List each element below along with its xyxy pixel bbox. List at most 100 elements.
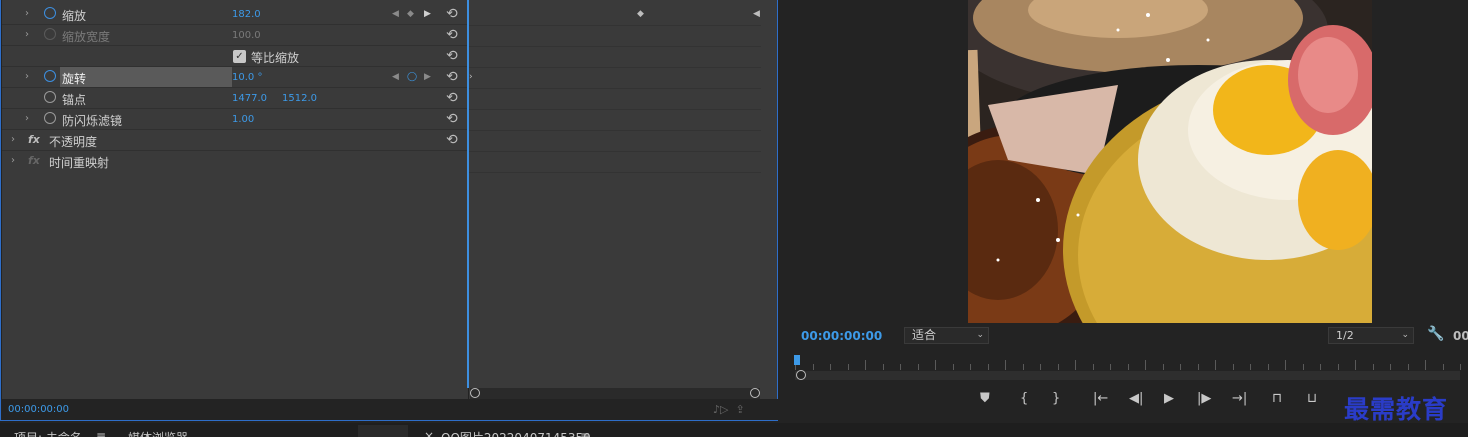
- ruler-tick: [1005, 360, 1006, 370]
- property-value: 100.0: [232, 30, 261, 41]
- reset-icon[interactable]: ⟲: [446, 132, 458, 148]
- expand-chevron-icon[interactable]: ›: [11, 134, 15, 145]
- panel-splitter[interactable]: [467, 0, 469, 388]
- reset-icon[interactable]: ⟲: [446, 27, 458, 43]
- property-label: 锚点: [62, 93, 87, 107]
- reset-icon[interactable]: ⟲: [446, 6, 458, 22]
- effect-label: 时间重映射: [49, 156, 110, 170]
- ruler-tick: [812, 364, 814, 370]
- wrench-icon[interactable]: 🔧: [1427, 326, 1444, 342]
- scroll-handle-left[interactable]: [470, 388, 480, 398]
- uniform-scale-checkbox[interactable]: ✓: [233, 50, 246, 63]
- property-row-opacity: › fx 不透明度 ⟲: [2, 130, 468, 151]
- ruler-tick: [1372, 364, 1374, 370]
- lift-icon[interactable]: ⊓: [1272, 391, 1282, 406]
- tab-spacer: [358, 425, 408, 437]
- property-row-time-remapping: › fx 时间重映射: [2, 151, 468, 172]
- ruler-tick: [1320, 364, 1321, 370]
- program-timecode[interactable]: 00:00:00:00: [801, 329, 882, 343]
- monitor-zoom-scrollbar[interactable]: [795, 371, 1460, 380]
- ruler-tick: [1057, 364, 1059, 370]
- timeline-ruler[interactable]: [795, 355, 1461, 370]
- fx-icon: fx: [28, 154, 40, 167]
- reset-icon[interactable]: ⟲: [446, 48, 458, 64]
- keyframe-diamond-icon[interactable]: ◆: [637, 9, 644, 19]
- chevron-down-icon: ⌄: [976, 330, 984, 340]
- zoom-fit-dropdown[interactable]: 适合 ⌄: [904, 327, 989, 344]
- property-row-rotation: › 旋转 10.0 ° ◀ ◯ ▶ ⟲: [2, 67, 468, 88]
- extract-icon[interactable]: ⊔: [1307, 391, 1317, 406]
- tab-project[interactable]: 项目: 未命名: [14, 429, 82, 437]
- keyframe-track-line: [469, 109, 761, 110]
- timeline-zoom-scrollbar[interactable]: [470, 388, 760, 399]
- food-image: [968, 0, 1372, 323]
- keyframe-track-line: [469, 46, 761, 47]
- end-marker-icon: ◀: [753, 9, 760, 19]
- property-row-scale: › 缩放 182.0 ◀ ◆ ▶ ⟲: [2, 4, 468, 25]
- ruler-tick: [1022, 364, 1024, 370]
- ruler-tick: [1285, 360, 1286, 370]
- next-keyframe-icon[interactable]: ▶: [424, 72, 431, 82]
- add-keyframe-icon[interactable]: ◆: [407, 9, 414, 19]
- step-forward-icon[interactable]: |▶: [1197, 391, 1211, 406]
- ruler-tick: [987, 364, 989, 370]
- playhead-marker[interactable]: [794, 355, 800, 365]
- zoom-fit-value: 适合: [912, 328, 937, 342]
- property-value-y[interactable]: 1512.0: [282, 93, 317, 104]
- effect-controls-timecode[interactable]: 00:00:00:00: [8, 404, 69, 415]
- tab-close-icon[interactable]: ×: [424, 429, 434, 437]
- effect-controls-footer: 00:00:00:00: [2, 399, 778, 420]
- expand-chevron-icon[interactable]: ›: [25, 113, 29, 124]
- go-to-in-icon[interactable]: |←: [1093, 391, 1108, 406]
- expand-chevron-icon[interactable]: ›: [25, 71, 29, 82]
- scroll-handle-right[interactable]: [750, 388, 760, 398]
- ruler-tick: [1145, 360, 1146, 370]
- stopwatch-icon[interactable]: [44, 70, 56, 82]
- ruler-tick: [1075, 360, 1076, 370]
- prev-keyframe-icon[interactable]: ◀: [392, 9, 399, 19]
- resolution-dropdown[interactable]: 1/2 ⌄: [1328, 327, 1414, 344]
- stopwatch-icon[interactable]: [44, 91, 56, 103]
- tab-sequence[interactable]: QQ图片20220407145350: [441, 429, 591, 437]
- reset-icon[interactable]: ⟲: [446, 111, 458, 127]
- scroll-handle-left[interactable]: [796, 370, 806, 380]
- go-to-out-icon[interactable]: →|: [1232, 391, 1247, 406]
- audio-export-icons[interactable]: ♪▷ ⇪: [713, 403, 745, 416]
- ruler-tick: [1355, 360, 1356, 370]
- ruler-tick: [1407, 364, 1409, 370]
- ruler-tick: [1162, 364, 1164, 370]
- reset-icon[interactable]: ⟲: [446, 90, 458, 106]
- mark-in-icon[interactable]: {: [1020, 391, 1028, 406]
- effect-controls-panel: › 缩放 182.0 ◀ ◆ ▶ ⟲ › 缩放宽度 100.0 ⟲ ✓ 等比缩放…: [0, 0, 778, 421]
- fx-icon[interactable]: fx: [28, 133, 40, 146]
- ruler-tick: [1232, 364, 1234, 370]
- next-keyframe-icon[interactable]: ▶: [424, 9, 431, 19]
- add-marker-icon[interactable]: ⛊: [980, 391, 990, 406]
- stopwatch-icon[interactable]: [44, 7, 56, 19]
- expand-chevron-icon[interactable]: ›: [11, 155, 15, 166]
- prev-keyframe-icon[interactable]: ◀: [392, 72, 399, 82]
- property-value[interactable]: 1.00: [232, 114, 254, 125]
- playhead-indicator-icon: ›: [469, 72, 473, 82]
- add-keyframe-icon[interactable]: ◯: [407, 72, 417, 82]
- expand-chevron-icon[interactable]: ›: [25, 29, 29, 40]
- play-icon[interactable]: ▶: [1164, 391, 1174, 406]
- ruler-tick: [1197, 364, 1199, 370]
- mark-out-icon[interactable]: }: [1052, 391, 1060, 406]
- ruler-tick: [865, 360, 866, 370]
- stopwatch-icon[interactable]: [44, 112, 56, 124]
- property-value-x[interactable]: 1477.0: [232, 93, 267, 104]
- tab-sequence-menu-icon[interactable]: ≡: [580, 429, 590, 437]
- step-back-icon[interactable]: ◀|: [1129, 391, 1143, 406]
- tab-project-menu-icon[interactable]: ≡: [96, 429, 106, 437]
- checkbox-label: 等比缩放: [251, 51, 300, 65]
- keyframe-timeline-area[interactable]: [469, 0, 777, 399]
- expand-chevron-icon[interactable]: ›: [25, 8, 29, 19]
- property-value[interactable]: 10.0 °: [232, 72, 262, 83]
- tab-media-browser[interactable]: 媒体浏览器: [128, 429, 188, 437]
- property-value[interactable]: 182.0: [232, 9, 261, 20]
- ruler-tick: [935, 360, 936, 370]
- reset-icon[interactable]: ⟲: [446, 69, 458, 85]
- program-monitor: 00:00:00:00 适合 ⌄ 1/2 ⌄ 🔧 00 ⛊ { } |← ◀| …: [780, 0, 1468, 421]
- ruler-tick: [1040, 364, 1041, 370]
